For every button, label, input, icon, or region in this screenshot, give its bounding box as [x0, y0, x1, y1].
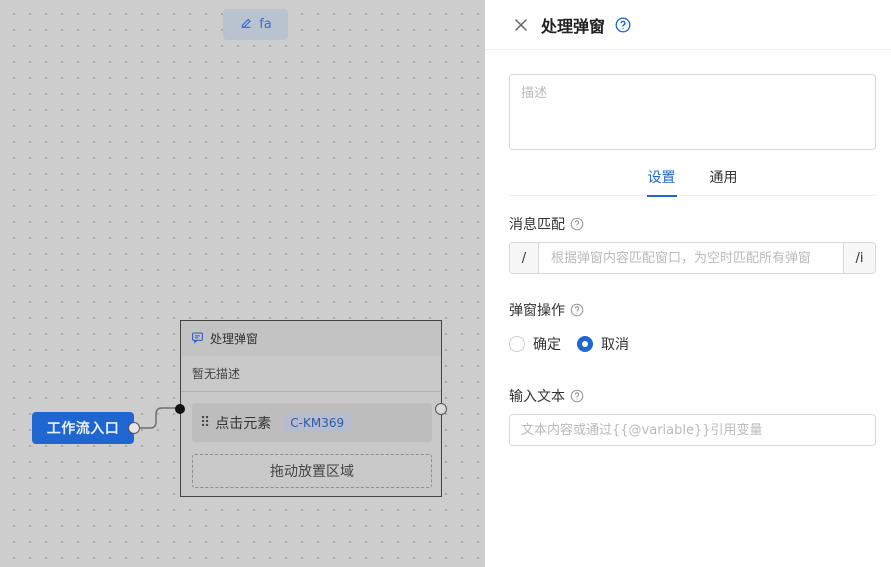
input-text-field[interactable] [509, 414, 876, 446]
message-match-input[interactable] [539, 243, 843, 273]
tab-general[interactable]: 通用 [709, 158, 739, 196]
message-match-label: 消息匹配 [509, 217, 565, 233]
node-output-port[interactable] [435, 403, 447, 415]
workflow-canvas[interactable]: fa 工作流入口 处理弹窗 暂无描述 ⠿ 点击元素 C-KM369 拖动放置区域 [0, 0, 485, 567]
popup-operation-label: 弹窗操作 [509, 303, 565, 319]
regex-suffix: /i [843, 243, 875, 273]
drawer-title: 处理弹窗 [541, 16, 606, 36]
node-input-port[interactable] [175, 404, 185, 414]
description-textarea[interactable] [509, 74, 876, 150]
click-element-step[interactable]: ⠿ 点击元素 C-KM369 [192, 403, 432, 442]
node-header: 处理弹窗 [181, 321, 441, 356]
radio-confirm-label: 确定 [533, 337, 561, 353]
tab-settings[interactable]: 设置 [646, 158, 677, 197]
close-icon[interactable] [513, 17, 529, 33]
radio-cancel[interactable]: 取消 [577, 334, 629, 354]
step-label: 点击元素 [215, 415, 272, 432]
drawer-header: 处理弹窗 [485, 0, 891, 50]
entry-node-label: 工作流入口 [46, 421, 120, 437]
message-match-input-group: / /i [509, 242, 876, 274]
radio-circle[interactable] [509, 336, 525, 352]
regex-prefix: / [510, 243, 539, 273]
edit-icon [239, 16, 253, 34]
popup-operation-radios: 确定 取消 [509, 334, 629, 354]
node-title: 处理弹窗 [210, 332, 259, 346]
popup-operation-label-row: 弹窗操作 [509, 300, 584, 320]
drag-handle-icon[interactable]: ⠿ [200, 415, 210, 431]
question-icon[interactable] [570, 303, 584, 317]
settings-drawer: 处理弹窗 设置 通用 消息匹配 / /i 弹窗操作 [485, 0, 891, 567]
question-icon[interactable] [570, 217, 584, 231]
radio-confirm[interactable]: 确定 [509, 334, 561, 354]
drop-zone[interactable]: 拖动放置区域 [192, 454, 432, 488]
popup-handler-node[interactable]: 处理弹窗 暂无描述 ⠿ 点击元素 C-KM369 拖动放置区域 [180, 320, 442, 497]
workflow-title: fa [259, 17, 272, 32]
radio-circle[interactable] [577, 336, 593, 352]
node-description: 暂无描述 [181, 356, 441, 392]
entry-output-port[interactable] [128, 422, 140, 434]
radio-cancel-label: 取消 [601, 337, 629, 353]
workflow-title-pill[interactable]: fa [223, 9, 288, 40]
help-icon[interactable] [615, 17, 631, 33]
workflow-entry-node[interactable]: 工作流入口 [32, 412, 134, 444]
input-text-label: 输入文本 [509, 389, 565, 405]
input-text-label-row: 输入文本 [509, 386, 584, 406]
question-icon[interactable] [570, 389, 584, 403]
drawer-tabs: 设置 通用 [509, 158, 876, 197]
message-match-label-row: 消息匹配 [509, 214, 584, 234]
element-tag: C-KM369 [283, 413, 352, 432]
message-icon [191, 331, 204, 347]
